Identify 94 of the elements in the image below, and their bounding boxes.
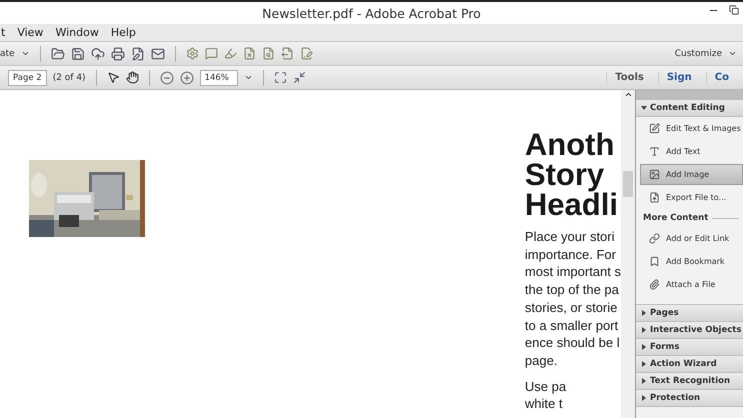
image-icon: [649, 169, 660, 180]
menu-item[interactable]: t: [0, 26, 6, 39]
fit-page-icon[interactable]: [274, 71, 287, 84]
section-label: Interactive Objects: [650, 325, 742, 335]
collapsed-caret-icon: [641, 310, 647, 316]
toolbar-icon[interactable]: [224, 47, 237, 60]
toolbar-icon[interactable]: [186, 47, 199, 60]
body-text-line: white t: [524, 395, 562, 414]
section-label: Protection: [650, 393, 700, 403]
paperclip-icon: [649, 279, 660, 290]
text-icon: [649, 146, 660, 157]
toolbar-icon[interactable]: [130, 46, 145, 60]
collapsed-caret-icon: [641, 395, 647, 401]
restore-icon[interactable]: [729, 5, 739, 15]
section-label: Text Recognition: [650, 376, 730, 386]
scroll-up-icon[interactable]: [624, 90, 632, 99]
caret-icon[interactable]: [728, 49, 737, 58]
hand-icon[interactable]: [126, 71, 139, 84]
panel-item[interactable]: Export File to...: [640, 187, 743, 208]
menu-item[interactable]: Window: [54, 26, 100, 39]
toolbar-icon[interactable]: [90, 46, 105, 60]
section-header[interactable]: Interactive Objects: [636, 322, 743, 339]
heading-line: Anoth: [524, 130, 614, 160]
select-icon[interactable]: [106, 71, 120, 84]
create-menu[interactable]: ate: [0, 48, 15, 58]
section-header[interactable]: Action Wizard: [636, 356, 743, 373]
menu-item[interactable]: Help: [110, 26, 137, 39]
body-text-line: importance. For: [524, 246, 616, 264]
collapsed-caret-icon: [641, 327, 647, 333]
body-text-line: stories, or storie: [524, 298, 618, 317]
panel-item-label: Add or Edit Link: [666, 234, 730, 243]
body-text-line: the top of the pa: [524, 281, 619, 299]
zoom-in-icon[interactable]: [180, 70, 194, 84]
page-field[interactable]: Page 2: [8, 70, 47, 86]
zoom-out-icon[interactable]: [160, 70, 174, 84]
collapsed-caret-icon: [641, 361, 647, 367]
toolbar-icon[interactable]: [150, 46, 165, 60]
body-text-line: ence should be l: [524, 334, 620, 352]
panel-item[interactable]: Attach a File: [640, 274, 743, 295]
caret-icon[interactable]: [244, 73, 253, 82]
collapsed-caret-icon: [641, 344, 647, 350]
heading-line: Story: [524, 160, 604, 190]
panel-item-label: Export File to...: [666, 193, 726, 202]
customize-menu[interactable]: Customize: [674, 48, 722, 58]
section-label: Action Wizard: [650, 359, 717, 369]
bookmark-icon: [649, 256, 660, 267]
page-count: (2 of 4): [52, 72, 86, 82]
section-header[interactable]: Forms: [636, 339, 743, 356]
expanded-caret-icon: [641, 105, 647, 111]
collapsed-caret-icon: [641, 378, 647, 384]
toolbar-icon[interactable]: [70, 46, 85, 60]
panel-item[interactable]: Add Bookmark: [640, 251, 743, 272]
body-text-line: page.: [524, 352, 558, 370]
panel-item-label: Attach a File: [666, 280, 716, 289]
body-text-line: to a smaller port: [524, 316, 618, 334]
panel-item-label: Add Text: [666, 147, 700, 156]
pane-tab[interactable]: Tools: [606, 72, 652, 83]
subheading: More Content: [643, 213, 708, 223]
section-label: Pages: [650, 308, 679, 318]
toolbar-icon[interactable]: [300, 47, 313, 60]
section-header[interactable]: Text Recognition: [636, 373, 743, 390]
panel-item[interactable]: Add Image: [640, 164, 743, 185]
menu-item[interactable]: View: [16, 26, 44, 39]
panel-item[interactable]: Edit Text & Images: [640, 118, 743, 139]
toolbar-icon[interactable]: [280, 47, 294, 60]
export-icon: [649, 192, 660, 203]
toolbar-icon[interactable]: [110, 46, 125, 60]
toolbar-icon[interactable]: [262, 47, 275, 60]
body-text-line: Place your stori: [524, 228, 614, 246]
edit-icon: [649, 123, 660, 134]
panel-item[interactable]: Add Text: [640, 141, 743, 162]
window-title: Newsletter.pdf - Adobe Acrobat Pro: [262, 6, 481, 20]
toolbar-icon[interactable]: [50, 46, 65, 60]
panel-item[interactable]: Add or Edit Link: [640, 228, 743, 249]
pane-tab[interactable]: Co: [706, 72, 737, 83]
section-header[interactable]: Content Editing: [636, 100, 743, 117]
zoom-field[interactable]: 146%: [200, 70, 238, 86]
fit-width-icon[interactable]: [292, 71, 306, 84]
pane-tab[interactable]: Sign: [658, 72, 700, 83]
body-text-line: Use pa: [524, 378, 566, 396]
section-header[interactable]: Protection: [636, 390, 743, 407]
toolbar-icon[interactable]: [204, 47, 218, 60]
panel-item-label: Add Bookmark: [666, 257, 725, 266]
link-icon: [649, 233, 660, 244]
toolbar-icon[interactable]: [242, 47, 256, 60]
section-label: Content Editing: [650, 103, 725, 113]
caret-icon[interactable]: [20, 49, 30, 58]
section-header[interactable]: Pages: [636, 305, 743, 322]
panel-item-label: Add Image: [666, 170, 710, 179]
scroll-thumb[interactable]: [623, 171, 633, 197]
section-label: Forms: [650, 342, 680, 352]
panel-item-label: Edit Text & Images: [666, 124, 741, 133]
heading-line: Headli: [524, 190, 618, 220]
body-text-line: most important s: [524, 263, 621, 282]
